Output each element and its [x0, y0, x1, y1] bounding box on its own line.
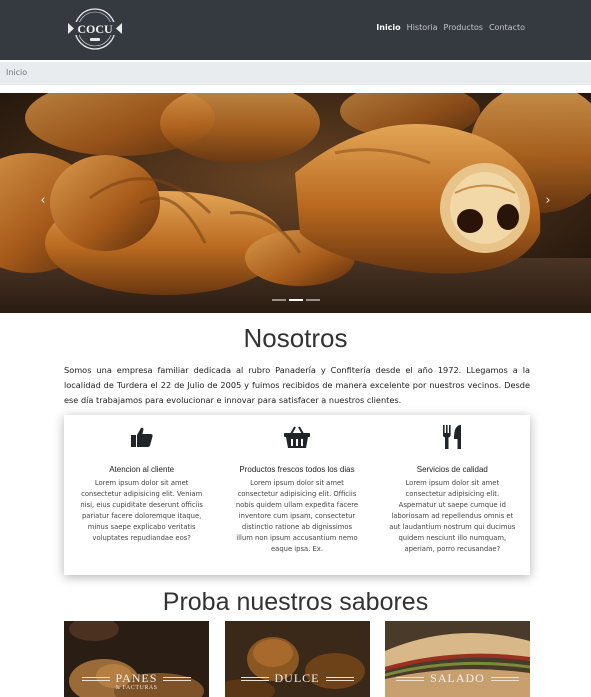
carousel-indicator-2[interactable] [288, 299, 303, 301]
navbar: COCU Inicio Historia Productos Contacto [0, 0, 591, 60]
brand-logo[interactable]: COCU [66, 6, 124, 52]
main-nav: Inicio Historia Productos Contacto [376, 23, 525, 32]
breadcrumb: Inicio [0, 62, 591, 85]
product-card-panes[interactable]: PANES & FACTURAS [64, 621, 209, 697]
feature-text: Lorem ipsum dolor sit amet consectetur a… [235, 479, 359, 553]
breadcrumb-item-current[interactable]: Inicio [6, 68, 27, 77]
feature-fresh-products: Productos frescos todos los dias Lorem i… [219, 415, 374, 575]
feature-title: Servicios de calidad [416, 465, 488, 474]
shopping-basket-icon [219, 423, 374, 451]
thumbs-up-icon [64, 423, 219, 451]
carousel-indicators [0, 299, 591, 301]
feature-title: Atencion al cliente [109, 465, 175, 474]
feature-text: Lorem ipsum dolor sit amet consectetur a… [389, 479, 516, 553]
features-panel: Atencion al cliente Lorem ipsum dolor si… [64, 415, 530, 575]
carousel-prev-button[interactable]: ‹ [33, 189, 53, 213]
product-card-dulce[interactable]: DULCE [224, 621, 370, 697]
hero-carousel: ‹ › [0, 93, 591, 313]
about-text: Somos una empresa familiar dedicada al r… [64, 365, 530, 405]
carousel-indicator-3[interactable] [305, 299, 320, 301]
feature-title: Productos frescos todos los dias [239, 465, 355, 474]
carousel-image [0, 93, 591, 313]
chevron-left-icon: ‹ [40, 193, 46, 208]
products-title: Proba nuestros sabores [162, 588, 429, 616]
feature-customer-service: Atencion al cliente Lorem ipsum dolor si… [64, 415, 219, 575]
feature-quality-service: Servicios de calidad Lorem ipsum dolor s… [375, 415, 530, 575]
feature-text: Lorem ipsum dolor sit amet consectetur a… [80, 479, 203, 542]
carousel-indicator-1[interactable] [271, 299, 286, 301]
carousel-next-button[interactable]: › [538, 189, 558, 213]
utensils-icon [375, 423, 530, 451]
nav-link-productos[interactable]: Productos [444, 23, 483, 32]
nav-link-inicio[interactable]: Inicio [376, 23, 400, 32]
product-cards: PANES & FACTURAS DULCE SALADO [64, 621, 530, 697]
logo-text: COCU [77, 22, 113, 36]
product-card-label: DULCE [225, 671, 370, 686]
chevron-right-icon: › [545, 193, 551, 208]
nav-link-contacto[interactable]: Contacto [489, 23, 525, 32]
nav-link-historia[interactable]: Historia [407, 23, 438, 32]
product-card-sublabel: & FACTURAS [115, 685, 158, 691]
product-card-label: PANES [64, 671, 209, 686]
about-title: Nosotros [243, 323, 348, 353]
product-card-salado[interactable]: SALADO [385, 621, 530, 697]
product-card-label: SALADO [385, 671, 530, 686]
